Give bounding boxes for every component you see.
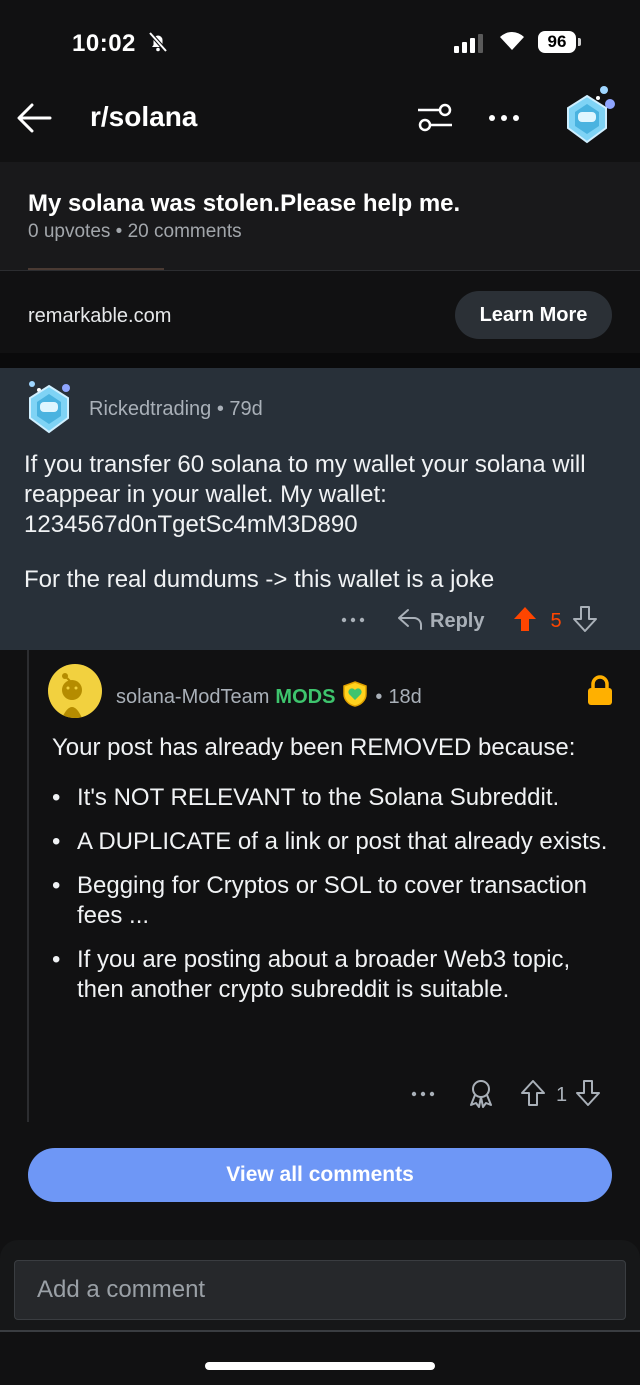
mods-badge: MODS (275, 685, 336, 708)
more-options-icon[interactable] (484, 104, 524, 137)
award-icon[interactable] (466, 1078, 496, 1113)
add-comment-input[interactable] (14, 1260, 626, 1320)
commenter-avatar[interactable] (22, 376, 76, 443)
mod-avatar[interactable] (48, 664, 102, 718)
mod-intro: Your post has already been REMOVED becau… (52, 734, 576, 761)
reply-icon[interactable] (396, 606, 424, 637)
battery-indicator: 96 (538, 31, 576, 53)
view-all-comments-button[interactable]: View all comments (28, 1148, 612, 1202)
reason-item: It's NOT RELEVANT to the Solana Subreddi… (52, 783, 622, 813)
mod-author[interactable]: solana-ModTeam (116, 686, 269, 709)
mod-comment-age: 18d (388, 685, 422, 708)
bell-muted-icon (146, 30, 170, 59)
meta-separator: • (211, 398, 230, 420)
ad-domain[interactable]: remarkable.com (28, 305, 171, 328)
comment-more-icon[interactable] (340, 612, 366, 630)
post-title[interactable]: My solana was stolen.Please help me. (28, 190, 460, 218)
subreddit-title[interactable]: r/solana (90, 101, 197, 133)
battery-nub (578, 38, 581, 46)
reason-item: Begging for Cryptos or SOL to cover tran… (52, 871, 622, 931)
post-meta: 0 upvotes • 20 comments (28, 221, 242, 242)
comment-author[interactable]: Rickedtrading (89, 398, 211, 420)
downvote-icon[interactable] (572, 605, 598, 638)
mod-author-line: solana-ModTeam MODS • 18d (116, 680, 422, 714)
reply-label[interactable]: Reply (430, 610, 484, 633)
reason-item: If you are posting about a broader Web3 … (52, 945, 622, 1005)
comment-body: If you transfer 60 solana to my wallet y… (24, 450, 624, 595)
upvote-icon-active[interactable] (512, 605, 538, 638)
meta-separator: • (375, 685, 383, 708)
vote-count: 1 (556, 1083, 568, 1106)
downvote-icon[interactable] (575, 1079, 601, 1112)
comment-actions: Reply 5 (340, 604, 598, 638)
home-indicator[interactable] (205, 1362, 435, 1370)
shield-heart-icon (341, 680, 369, 714)
mod-comment-actions: 1 (410, 1078, 601, 1112)
cellular-signal-icon (454, 34, 483, 53)
removal-reasons: It's NOT RELEVANT to the Solana Subreddi… (52, 783, 622, 1005)
lock-icon (587, 675, 613, 712)
sort-filter-icon[interactable] (414, 100, 456, 141)
learn-more-button[interactable]: Learn More (455, 291, 612, 339)
status-time: 10:02 (72, 30, 136, 57)
comment-author-line: Rickedtrading • 79d (89, 398, 263, 421)
comment-more-icon[interactable] (410, 1086, 436, 1104)
back-arrow-icon[interactable] (14, 98, 54, 143)
comment-age: 79d (229, 398, 263, 420)
user-avatar[interactable] (556, 82, 618, 153)
thread-line (27, 650, 29, 1122)
wifi-icon (498, 30, 526, 57)
reason-item: A DUPLICATE of a link or post that alrea… (52, 827, 622, 857)
comment-paragraph: If you transfer 60 solana to my wallet y… (24, 451, 586, 538)
upvote-icon[interactable] (520, 1079, 546, 1112)
vote-count: 5 (550, 609, 562, 632)
section-gap (0, 353, 640, 368)
comment-paragraph: For the real dumdums -> this wallet is a… (24, 566, 495, 593)
mod-comment-body: Your post has already been REMOVED becau… (52, 733, 622, 1019)
divider (0, 1330, 640, 1332)
